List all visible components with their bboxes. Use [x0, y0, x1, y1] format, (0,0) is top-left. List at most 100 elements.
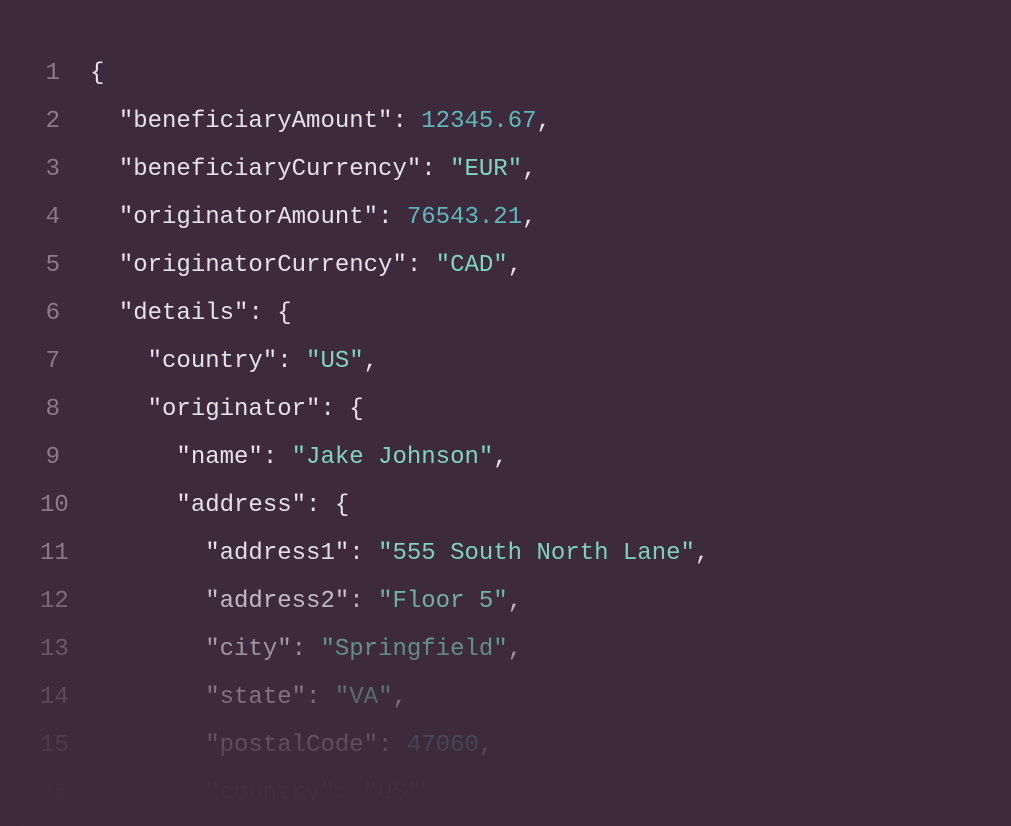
token-string: "Floor 5" [378, 588, 508, 615]
line-content: "beneficiaryAmount": 12345.67, [90, 98, 971, 146]
line-number: 13 [40, 626, 90, 674]
code-block: 1{2 "beneficiaryAmount": 12345.67,3 "ben… [0, 0, 1011, 826]
token-key: "city" [205, 636, 291, 663]
line-number: 12 [40, 578, 90, 626]
token-string: "US" [364, 780, 422, 807]
line-number: 5 [40, 242, 90, 290]
line-number: 15 [40, 722, 90, 770]
line-number: 10 [40, 482, 90, 530]
token-punct: : [407, 252, 436, 279]
token-key: "beneficiaryCurrency" [119, 156, 421, 183]
code-line: 9 "name": "Jake Johnson", [40, 434, 971, 482]
token-punct: , [392, 684, 406, 711]
token-punct [90, 684, 205, 711]
token-punct: : [263, 444, 292, 471]
token-punct [90, 252, 119, 279]
token-punct [90, 156, 119, 183]
token-punct: , [695, 540, 709, 567]
token-key: "originator" [148, 396, 321, 423]
token-punct: , [522, 156, 536, 183]
line-content: "beneficiaryCurrency": "EUR", [90, 146, 971, 194]
token-key: "state" [205, 684, 306, 711]
token-key: "name" [176, 444, 262, 471]
line-number: 9 [40, 434, 90, 482]
line-content: "postalCode": 47060, [90, 722, 971, 770]
code-line: 14 "state": "VA", [40, 674, 971, 722]
line-content: "originatorCurrency": "CAD", [90, 242, 971, 290]
line-content: "country": "US" [90, 770, 971, 818]
token-key: "address1" [205, 540, 349, 567]
token-key: "beneficiaryAmount" [119, 108, 393, 135]
token-punct [90, 636, 205, 663]
token-punct [90, 108, 119, 135]
token-punct: , [537, 108, 551, 135]
line-number: 2 [40, 98, 90, 146]
token-key: "address2" [205, 588, 349, 615]
line-number: 14 [40, 674, 90, 722]
token-number: 12345.67 [421, 108, 536, 135]
token-key: "country" [148, 348, 278, 375]
token-punct: , [493, 444, 507, 471]
line-content: "address1": "555 South North Lane", [90, 530, 971, 578]
token-punct: { [90, 60, 104, 87]
code-line: 16 "country": "US" [40, 770, 971, 818]
token-punct: : [349, 540, 378, 567]
token-punct [90, 780, 205, 807]
token-punct [90, 492, 176, 519]
code-line: 11 "address1": "555 South North Lane", [40, 530, 971, 578]
line-content: "details": { [90, 290, 971, 338]
token-key: "originatorAmount" [119, 204, 378, 231]
token-punct: : [292, 636, 321, 663]
token-number: 47060 [407, 732, 479, 759]
token-punct: , [364, 348, 378, 375]
token-string: "EUR" [450, 156, 522, 183]
token-punct: : [421, 156, 450, 183]
token-punct: : { [306, 492, 349, 519]
token-punct: : [392, 108, 421, 135]
line-number: 11 [40, 530, 90, 578]
token-punct [90, 732, 205, 759]
token-punct [90, 444, 176, 471]
token-punct [90, 204, 119, 231]
line-number: 8 [40, 386, 90, 434]
token-punct: , [508, 588, 522, 615]
token-key: "details" [119, 300, 249, 327]
code-line: 8 "originator": { [40, 386, 971, 434]
token-string: "Jake Johnson" [292, 444, 494, 471]
code-line: 12 "address2": "Floor 5", [40, 578, 971, 626]
line-content: { [90, 50, 971, 98]
token-punct: , [508, 252, 522, 279]
token-key: "originatorCurrency" [119, 252, 407, 279]
line-number: 6 [40, 290, 90, 338]
code-line: 2 "beneficiaryAmount": 12345.67, [40, 98, 971, 146]
token-punct: : [349, 588, 378, 615]
token-string: "555 South North Lane" [378, 540, 695, 567]
token-punct [90, 300, 119, 327]
token-string: "US" [306, 348, 364, 375]
line-content: "address2": "Floor 5", [90, 578, 971, 626]
token-key: "country" [205, 780, 335, 807]
token-punct [90, 396, 148, 423]
code-line: 1{ [40, 50, 971, 98]
line-content: "name": "Jake Johnson", [90, 434, 971, 482]
code-line: 15 "postalCode": 47060, [40, 722, 971, 770]
token-punct: : [378, 204, 407, 231]
token-string: "CAD" [436, 252, 508, 279]
code-line: 5 "originatorCurrency": "CAD", [40, 242, 971, 290]
token-punct: : [306, 684, 335, 711]
code-line: 13 "city": "Springfield", [40, 626, 971, 674]
line-content: "address": { [90, 482, 971, 530]
line-number: 16 [40, 770, 90, 818]
line-number: 3 [40, 146, 90, 194]
token-string: "Springfield" [320, 636, 507, 663]
token-punct: : [335, 780, 364, 807]
line-content: "originatorAmount": 76543.21, [90, 194, 971, 242]
token-punct: , [508, 636, 522, 663]
line-content: "city": "Springfield", [90, 626, 971, 674]
token-key: "address" [176, 492, 306, 519]
code-line: 3 "beneficiaryCurrency": "EUR", [40, 146, 971, 194]
token-string: "VA" [335, 684, 393, 711]
token-punct: : { [248, 300, 291, 327]
token-punct: : { [320, 396, 363, 423]
token-punct: , [522, 204, 536, 231]
